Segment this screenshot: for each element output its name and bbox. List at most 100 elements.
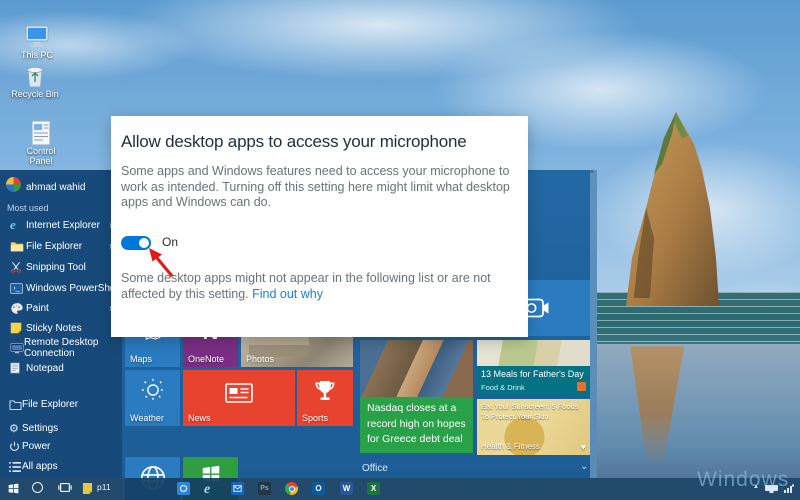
tile-label: OneNote — [188, 354, 225, 364]
menu-item-label: Power — [22, 441, 51, 452]
control-panel-icon — [31, 120, 51, 146]
file-explorer-outline-icon — [0, 399, 22, 410]
task-view-button[interactable] — [58, 482, 72, 493]
weather-sun-icon — [125, 377, 180, 403]
desktop-icon-label: This PC — [20, 50, 53, 60]
food-drink-logo-icon — [577, 382, 586, 391]
pinned-internet-explorer[interactable]: e — [204, 482, 210, 498]
menu-item-file-explorer[interactable]: File Explorer › — [0, 236, 120, 256]
all-apps-icon — [0, 461, 22, 472]
meals-headline: 13 Meals for Father's Day — [481, 369, 584, 379]
internet-explorer-icon: e — [10, 217, 16, 232]
photoshop-icon: Ps — [258, 482, 271, 495]
wallpaper-rock — [626, 112, 719, 306]
tile-weather[interactable]: Weather — [125, 370, 180, 426]
menu-item-internet-explorer[interactable]: e Internet Explorer › — [0, 215, 120, 235]
group-label-office: Office — [362, 463, 388, 474]
desktop-icon-label: Control Panel — [26, 146, 56, 166]
tile-photo — [477, 340, 590, 366]
menu-item-settings[interactable]: ⚙ Settings — [0, 419, 120, 438]
dialog-description: Some apps and Windows features need to a… — [121, 164, 510, 209]
nasdaq-headline-band: Nasdaq closes at a record high on hopes … — [360, 397, 473, 453]
menu-item-snipping-tool[interactable]: Snipping Tool — [0, 257, 120, 277]
power-icon — [0, 441, 22, 452]
remote-desktop-icon — [0, 342, 24, 354]
pinned-word[interactable]: W — [340, 482, 353, 495]
folder-icon — [0, 241, 26, 252]
menu-item-windows-powershell[interactable]: ›_ Windows PowerShell › — [0, 278, 120, 298]
tile-label: Photos — [246, 354, 275, 364]
tile-photo — [360, 340, 473, 397]
outlook-icon: O — [312, 482, 325, 495]
pinned-outlook[interactable]: O — [312, 482, 325, 495]
username[interactable]: ahmad wahid — [26, 182, 85, 193]
tile-label: Sports — [302, 413, 329, 423]
menu-item-label: File Explorer — [22, 399, 79, 410]
scissors-icon — [0, 261, 26, 273]
tile-health-fitness[interactable]: Eat Your Sunscreen: 5 Foods To Protect Y… — [477, 399, 590, 455]
menu-item-label: Settings — [22, 423, 59, 434]
cortana-button[interactable] — [32, 482, 43, 493]
menu-item-label: Windows PowerShell — [26, 282, 120, 294]
gear-icon: ⚙ — [9, 423, 19, 435]
menu-item-label: All apps — [22, 461, 58, 472]
pinned-chrome[interactable] — [285, 482, 298, 495]
pinned-media-app[interactable] — [177, 482, 190, 495]
annotation-arrow-icon — [149, 248, 174, 278]
tile-news[interactable]: News — [183, 370, 295, 426]
pinned-sticky-note[interactable] — [82, 482, 93, 495]
menu-scrollbar[interactable] — [590, 170, 597, 478]
desktop-icon-this-pc[interactable]: This PC — [12, 24, 62, 60]
menu-item-label: Notepad — [26, 362, 64, 374]
group-chevron-icon[interactable]: ⌄ — [580, 461, 588, 472]
menu-item-label: Internet Explorer — [26, 219, 100, 231]
tile-nasdaq-news[interactable]: Nasdaq closes at a record high on hopes … — [360, 340, 473, 453]
word-icon: W — [340, 482, 353, 495]
mail-icon — [231, 482, 244, 495]
menu-item-paint[interactable]: Paint › — [0, 298, 120, 318]
menu-item-label: Remote Desktop Connection — [24, 337, 99, 359]
meals-category: Food & Drink — [481, 383, 525, 392]
scroll-up-icon[interactable]: ^ — [590, 169, 594, 178]
menu-item-remote-desktop[interactable]: Remote Desktop Connection — [0, 337, 120, 359]
menu-item-notepad[interactable]: Notepad — [0, 358, 120, 378]
paint-palette-icon — [0, 302, 26, 315]
tile-label: Maps — [130, 354, 153, 364]
windows-watermark: Windows — [697, 468, 790, 491]
taskbar: p11 e Ps O W X ▲ — [0, 478, 800, 500]
tile-sports[interactable]: Sports — [297, 370, 353, 426]
chrome-icon — [285, 482, 298, 495]
media-app-icon — [177, 482, 190, 495]
taskbar-note-label[interactable]: p11 — [97, 482, 111, 492]
desktop-icon-control-panel[interactable]: Control Panel — [16, 120, 66, 166]
news-icon — [183, 381, 295, 405]
task-view-icon — [58, 482, 72, 493]
this-pc-icon — [25, 25, 49, 47]
menu-item-label: Snipping Tool — [26, 261, 86, 273]
pinned-excel[interactable]: X — [367, 482, 380, 495]
wallpaper-sand — [595, 344, 800, 478]
windows-logo-icon — [8, 483, 19, 494]
menu-item-label: File Explorer — [26, 240, 83, 252]
start-button[interactable] — [7, 482, 20, 495]
user-avatar[interactable] — [6, 177, 21, 192]
sunscreen-category: Health & Fitness — [481, 442, 540, 451]
sports-trophy-icon — [297, 379, 353, 405]
tile-food-drink[interactable]: 13 Meals for Father's Day Food & Drink — [477, 340, 590, 396]
menu-item-all-apps[interactable]: All apps — [0, 457, 120, 476]
sticky-note-icon — [82, 483, 93, 494]
most-used-label: Most used — [7, 203, 49, 213]
pinned-mail[interactable] — [231, 482, 244, 495]
pinned-photoshop[interactable]: Ps — [258, 482, 271, 495]
desktop-icon-recycle-bin[interactable]: Recycle Bin — [10, 62, 60, 99]
menu-item-sticky-notes[interactable]: Sticky Notes — [0, 318, 120, 338]
find-out-why-link[interactable]: Find out why — [252, 287, 323, 301]
menu-item-power[interactable]: Power — [0, 437, 120, 456]
menu-item-label: Sticky Notes — [26, 322, 82, 334]
sticky-note-icon — [0, 322, 26, 334]
sunscreen-headline: Eat Your Sunscreen: 5 Foods To Protect Y… — [481, 402, 579, 421]
notepad-icon — [0, 362, 26, 374]
powershell-icon: ›_ — [0, 282, 26, 294]
menu-item-file-explorer-system[interactable]: File Explorer — [0, 395, 120, 414]
menu-item-label: Paint — [26, 302, 49, 314]
